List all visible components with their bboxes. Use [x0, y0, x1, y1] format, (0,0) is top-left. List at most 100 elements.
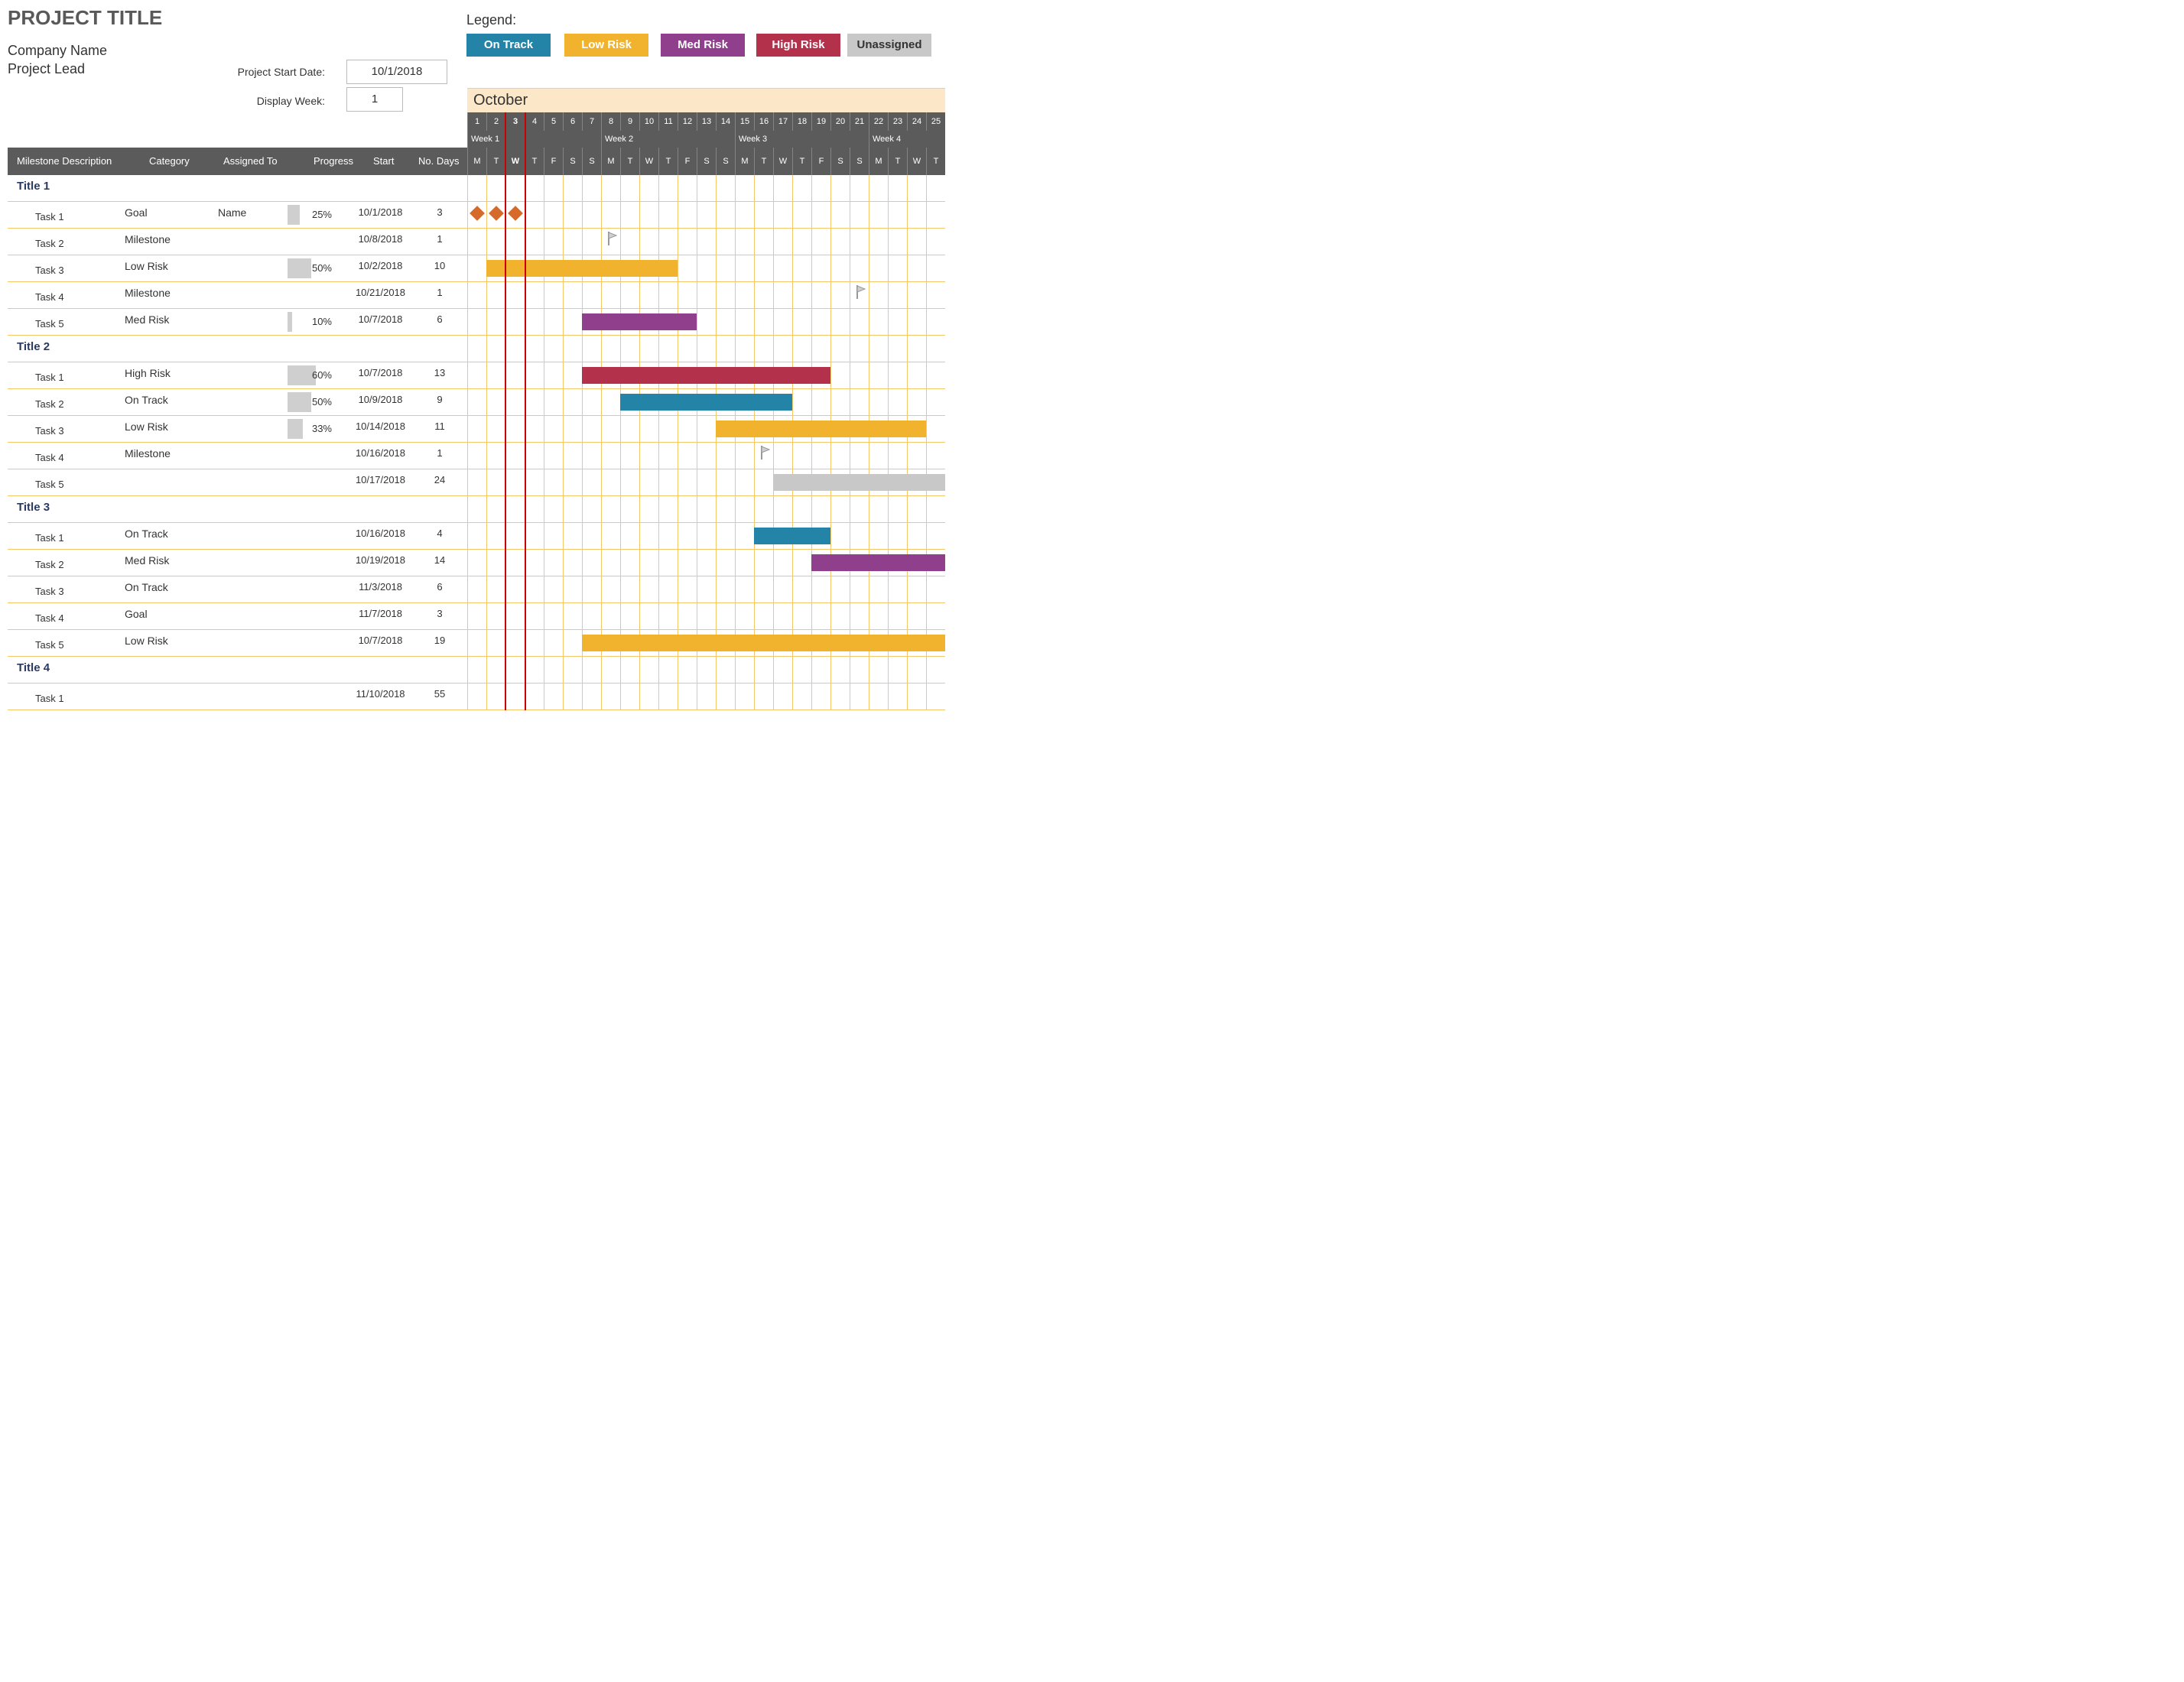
- legend-label: Legend:: [466, 12, 516, 28]
- task-start: 10/7/2018: [352, 635, 409, 646]
- day-number: 9: [620, 112, 639, 131]
- task-category: Milestone: [125, 447, 171, 459]
- day-number: 13: [697, 112, 716, 131]
- gantt-bar[interactable]: [582, 313, 697, 330]
- section-title: Title 2: [17, 340, 50, 353]
- gantt-bar[interactable]: [716, 420, 926, 437]
- task-start: 11/10/2018: [352, 688, 409, 700]
- display-week-label: Display Week:: [184, 95, 325, 107]
- week-label: Week 1: [467, 131, 601, 148]
- task-row[interactable]: Task 2Milestone10/8/20181: [8, 229, 945, 255]
- task-row[interactable]: Task 4 Milestone 10/21/2018 1: [8, 282, 945, 309]
- task-category: On Track: [125, 528, 168, 540]
- task-progress: 10%: [288, 312, 335, 332]
- task-name: Task 4: [35, 452, 64, 463]
- gantt-bar[interactable]: [754, 528, 830, 544]
- day-number: 4: [525, 112, 544, 131]
- week-label: Week 3: [735, 131, 869, 148]
- day-number: 5: [544, 112, 563, 131]
- dow-cell: T: [486, 148, 505, 175]
- month-label: October: [467, 88, 945, 112]
- gantt-bar[interactable]: [773, 474, 945, 491]
- task-days: 6: [421, 581, 459, 593]
- task-name: Task 5: [35, 318, 64, 330]
- task-name: Task 2: [35, 559, 64, 570]
- start-date-label: Project Start Date:: [184, 66, 325, 78]
- task-row[interactable]: Task 4Goal11/7/20183: [8, 603, 945, 630]
- dow-cell: S: [716, 148, 735, 175]
- task-name: Task 3: [35, 265, 64, 276]
- day-number-row: 1234567891011121314151617181920212223242…: [467, 112, 945, 131]
- task-row[interactable]: Task 4Milestone10/16/20181: [8, 443, 945, 469]
- gantt-bar[interactable]: [620, 394, 792, 411]
- day-number: 22: [869, 112, 888, 131]
- task-row[interactable]: Task 3On Track11/3/20186: [8, 576, 945, 603]
- dow-cell: T: [658, 148, 678, 175]
- start-date-input[interactable]: 10/1/2018: [346, 60, 447, 84]
- task-progress: 25%: [288, 205, 335, 225]
- section-row: Title 1: [8, 175, 945, 202]
- task-days: 24: [421, 474, 459, 485]
- task-row[interactable]: Task 111/10/201855: [8, 684, 945, 710]
- gantt-bar[interactable]: [582, 367, 830, 384]
- day-number: 6: [563, 112, 582, 131]
- task-start: 10/9/2018: [352, 394, 409, 405]
- task-row[interactable]: Task 5Low Risk10/7/201819: [8, 630, 945, 657]
- task-row[interactable]: Task 1On Track10/16/20184: [8, 523, 945, 550]
- day-number: 21: [850, 112, 869, 131]
- display-week-input[interactable]: 1: [346, 87, 403, 112]
- gantt-bar[interactable]: [486, 260, 678, 277]
- task-progress: 50%: [288, 258, 335, 278]
- task-row[interactable]: Task 3Low Risk33%10/14/201811: [8, 416, 945, 443]
- task-start: 10/19/2018: [352, 554, 409, 566]
- task-category: High Risk: [125, 367, 171, 379]
- section-row: Title 2: [8, 336, 945, 362]
- task-name: Task 3: [35, 425, 64, 437]
- section-title: Title 3: [17, 501, 50, 514]
- task-name: Task 1: [35, 211, 64, 222]
- legend-on-track: On Track: [466, 34, 551, 57]
- gantt-bar[interactable]: [582, 635, 945, 651]
- task-row[interactable]: Task 2On Track50%10/9/20189: [8, 389, 945, 416]
- task-row[interactable]: Task 2Med Risk10/19/201814: [8, 550, 945, 576]
- task-row[interactable]: Task 3Low Risk50%10/2/201810: [8, 255, 945, 282]
- task-row[interactable]: Task 1High Risk60%10/7/201813: [8, 362, 945, 389]
- dow-cell: S: [830, 148, 850, 175]
- column-header: Milestone Description Category Assigned …: [8, 148, 467, 175]
- task-name: Task 4: [35, 291, 64, 303]
- milestone-flag-icon: [856, 285, 866, 299]
- task-start: 11/7/2018: [352, 608, 409, 619]
- section-row: Title 3: [8, 496, 945, 523]
- legend-low-risk: Low Risk: [564, 34, 648, 57]
- task-row[interactable]: Task 510/17/201824: [8, 469, 945, 496]
- task-name: Task 1: [35, 693, 64, 704]
- task-days: 6: [421, 313, 459, 325]
- task-days: 10: [421, 260, 459, 271]
- task-name: Task 2: [35, 238, 64, 249]
- dow-cell: S: [582, 148, 601, 175]
- dow-cell: S: [850, 148, 869, 175]
- gantt-bar[interactable]: [811, 554, 945, 571]
- company-name: Company Name: [8, 43, 107, 59]
- legend-unassigned: Unassigned: [847, 34, 931, 57]
- dow-cell: F: [544, 148, 563, 175]
- col-progress: Progress: [314, 155, 353, 167]
- today-line-left: [505, 112, 506, 710]
- day-number: 3: [505, 112, 525, 131]
- dow-cell: S: [697, 148, 716, 175]
- task-row[interactable]: Task 5Med Risk10%10/7/20186: [8, 309, 945, 336]
- task-start: 10/21/2018: [352, 287, 409, 298]
- task-category: Med Risk: [125, 313, 169, 326]
- task-category: Milestone: [125, 287, 171, 299]
- col-assigned: Assigned To: [223, 155, 278, 167]
- task-category: Low Risk: [125, 260, 168, 272]
- task-row[interactable]: Task 1GoalName25%10/1/20183: [8, 202, 945, 229]
- task-days: 1: [421, 287, 459, 298]
- task-start: 10/17/2018: [352, 474, 409, 485]
- day-number: 11: [658, 112, 678, 131]
- task-category: Low Risk: [125, 635, 168, 647]
- task-start: 10/7/2018: [352, 367, 409, 378]
- day-number: 2: [486, 112, 505, 131]
- day-number: 23: [888, 112, 907, 131]
- week-label-row: Week 1Week 2Week 3Week 4: [467, 131, 945, 148]
